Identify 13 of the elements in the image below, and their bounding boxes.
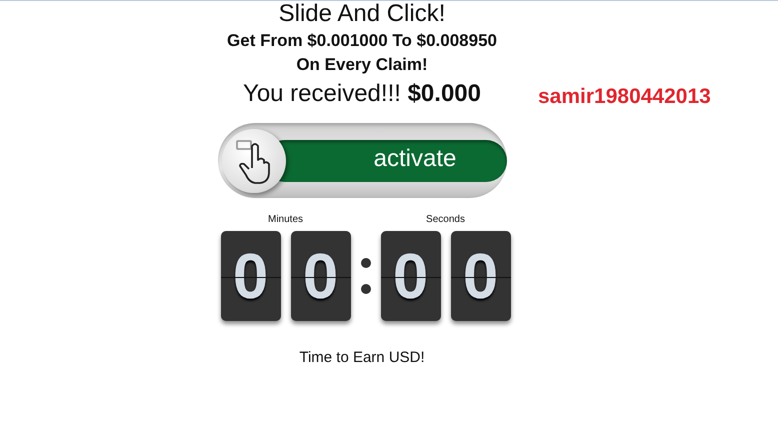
- flip-digit: 0: [380, 231, 440, 321]
- flip-digit: 0: [220, 231, 280, 321]
- footer-text: Time to Earn USD!: [299, 349, 425, 366]
- timer-label: Seconds: [426, 214, 465, 225]
- username-text: samir1980442013: [538, 85, 711, 109]
- reward-range-text: Get From $0.001000 To $0.008950: [227, 30, 497, 52]
- received-amount-text: You received!!! $0.000: [243, 79, 481, 109]
- flip-digit: 0: [290, 231, 350, 321]
- page-title: Slide And Click!: [278, 1, 446, 27]
- reward-note-text: On Every Claim!: [296, 54, 428, 76]
- slider-handle[interactable]: [222, 128, 286, 192]
- flip-digit: 0: [450, 231, 510, 321]
- timer-label: Minutes: [268, 214, 303, 225]
